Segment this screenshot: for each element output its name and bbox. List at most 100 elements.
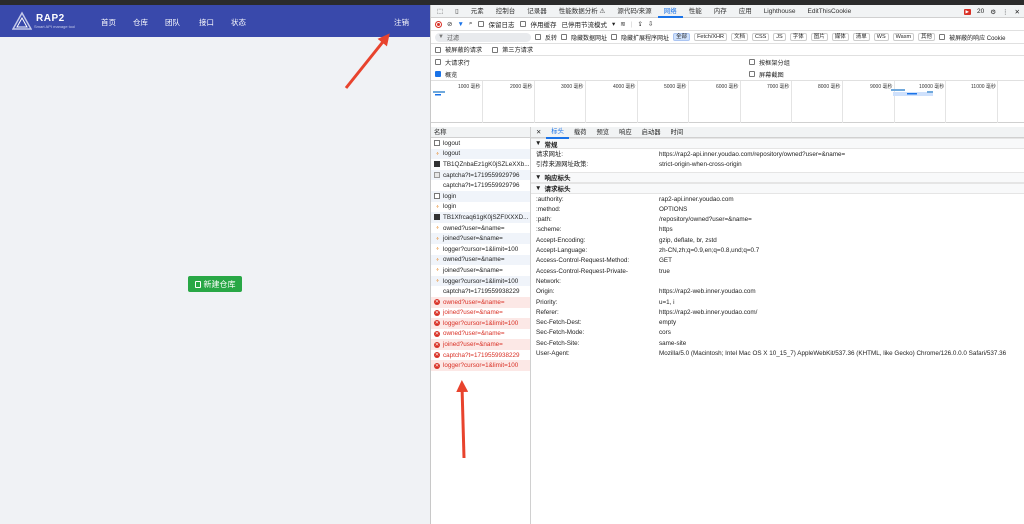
request-row[interactable]: ✕ logger?cursor=1&limit=100 bbox=[431, 360, 530, 372]
filter-input[interactable]: ▼ 过滤 bbox=[435, 32, 531, 42]
error-icon: ✕ bbox=[434, 362, 440, 369]
chip-other[interactable]: 其他 bbox=[918, 33, 936, 41]
request-row[interactable]: captcha?t=1719559929796 bbox=[431, 180, 530, 191]
group-by-frame-checkbox[interactable] bbox=[749, 59, 755, 65]
network-overview-timeline[interactable]: 1000 毫秒 2000 毫秒 3000 毫秒 4000 毫秒 5000 毫秒 … bbox=[431, 81, 1024, 123]
request-row[interactable]: ‹› logout bbox=[431, 148, 530, 160]
blocked-requests-checkbox[interactable] bbox=[435, 46, 441, 53]
request-row[interactable]: ✕ owned?user=&name= bbox=[431, 296, 530, 308]
clear-icon[interactable]: ⊘ bbox=[447, 20, 452, 28]
tab-initiator[interactable]: 启动器 bbox=[637, 127, 666, 138]
document-icon bbox=[434, 193, 440, 200]
logout-link[interactable]: 注销 bbox=[394, 17, 409, 28]
request-row[interactable]: logout bbox=[431, 138, 530, 149]
gear-icon[interactable]: ⚙ bbox=[990, 8, 996, 16]
request-row[interactable]: ‹› joined?user=&name= bbox=[431, 233, 530, 244]
error-icon: ✕ bbox=[434, 309, 440, 316]
tab-performance-insights[interactable]: 性能数据分析 ⚠ bbox=[553, 5, 612, 18]
tab-payload[interactable]: 载荷 bbox=[569, 127, 592, 138]
tab-editthiscookie[interactable]: EditThisCookie bbox=[802, 5, 858, 18]
request-row[interactable]: ‹› login bbox=[431, 202, 530, 213]
request-list-header[interactable]: 名称 bbox=[431, 127, 530, 138]
request-row[interactable]: TB1Xfrcaq61gK0jSZFIXXXD... bbox=[431, 212, 530, 223]
nav-repository[interactable]: 仓库 bbox=[133, 17, 148, 28]
big-rows-checkbox[interactable] bbox=[435, 59, 441, 65]
tab-console[interactable]: 控制台 bbox=[490, 5, 522, 18]
close-icon[interactable]: ✕ bbox=[1015, 8, 1020, 16]
nav-home[interactable]: 首页 bbox=[101, 17, 116, 28]
section-response-headers[interactable]: ▼ 响应标头 bbox=[531, 171, 1024, 183]
request-row[interactable]: ✕ captcha?t=1719559938229 bbox=[431, 350, 530, 361]
tab-lighthouse[interactable]: Lighthouse bbox=[758, 5, 802, 18]
third-party-checkbox[interactable] bbox=[492, 46, 499, 53]
request-row[interactable]: captcha?t=1719559938229 bbox=[431, 286, 530, 297]
search-icon[interactable]: ⌕ bbox=[469, 20, 473, 28]
upload-icon[interactable]: ⇪ bbox=[637, 20, 642, 28]
disable-cache-checkbox[interactable] bbox=[519, 21, 526, 27]
tab-performance[interactable]: 性能 bbox=[683, 5, 708, 18]
issues-icon[interactable]: ▶ bbox=[963, 8, 971, 15]
section-general[interactable]: ▼ 常规 bbox=[531, 138, 1024, 149]
request-row[interactable]: captcha?t=1719559929796 bbox=[431, 169, 530, 181]
request-row[interactable]: ✕ owned?user=&name= bbox=[431, 329, 530, 340]
inspect-icon[interactable]: ⬚ bbox=[431, 5, 449, 18]
tab-sources[interactable]: 源代码/来源 bbox=[611, 5, 657, 18]
filter-icon[interactable]: ▼ bbox=[457, 21, 463, 28]
screenshots-checkbox[interactable] bbox=[749, 71, 755, 77]
tab-headers[interactable]: 标头 bbox=[546, 126, 569, 139]
invert-checkbox[interactable] bbox=[535, 34, 541, 40]
request-row[interactable]: ‹› logger?cursor=1&limit=100 bbox=[431, 244, 530, 255]
new-repository-button[interactable]: 新建仓库 bbox=[188, 276, 242, 292]
request-row[interactable]: ‹› owned?user=&name= bbox=[431, 223, 530, 234]
wifi-icon[interactable]: ≋ bbox=[620, 20, 625, 28]
hide-data-urls-checkbox[interactable] bbox=[561, 34, 568, 40]
chip-doc[interactable]: 文档 bbox=[730, 33, 748, 41]
chip-img[interactable]: 图片 bbox=[810, 33, 828, 41]
chip-media[interactable]: 媒体 bbox=[831, 33, 849, 41]
chip-js[interactable]: JS bbox=[773, 33, 786, 41]
nav-team[interactable]: 团队 bbox=[165, 17, 180, 28]
device-toggle-icon[interactable]: ▯ bbox=[449, 5, 465, 18]
network-options: 被屏蔽的请求 第三方请求 大请求行 按框架分组 概览 屏幕截图 bbox=[431, 44, 1024, 81]
chip-css[interactable]: CSS bbox=[751, 33, 770, 41]
request-row[interactable]: ‹› logger?cursor=1&limit=100 bbox=[431, 275, 530, 287]
chip-manifest[interactable]: 清单 bbox=[852, 33, 870, 41]
preserve-log-checkbox[interactable] bbox=[477, 21, 484, 27]
request-row[interactable]: ✕ joined?user=&name= bbox=[431, 308, 530, 319]
tab-recorder[interactable]: 记录器 bbox=[521, 5, 553, 18]
tab-timing[interactable]: 时间 bbox=[666, 127, 689, 138]
request-row[interactable]: ‹› joined?user=&name= bbox=[431, 265, 530, 276]
tab-application[interactable]: 应用 bbox=[733, 5, 758, 18]
more-options-icon[interactable]: ⋮ bbox=[1002, 8, 1009, 16]
header-row: User-Agent: Mozilla/5.0 (Macintosh; Intel… bbox=[531, 349, 1024, 359]
blocked-cookie-checkbox[interactable] bbox=[939, 34, 946, 40]
blocked-requests-label: 被屏蔽的请求 bbox=[445, 47, 483, 54]
chip-wasm[interactable]: Wasm bbox=[892, 33, 915, 41]
tab-memory[interactable]: 内存 bbox=[708, 5, 733, 18]
chip-fetch-xhr[interactable]: Fetch/XHR bbox=[694, 33, 727, 41]
request-row[interactable]: TB1QZnbaEz1gK0jSZLeXXb... bbox=[431, 159, 530, 170]
issues-count[interactable]: 20 bbox=[977, 8, 984, 15]
request-row[interactable]: ✕ joined?user=&name= bbox=[431, 339, 530, 350]
tab-preview[interactable]: 预览 bbox=[591, 127, 614, 138]
close-detail-icon[interactable]: ✕ bbox=[531, 127, 546, 138]
nav-status[interactable]: 状态 bbox=[231, 17, 246, 28]
chip-font[interactable]: 字体 bbox=[789, 33, 807, 41]
hide-ext-urls-checkbox[interactable] bbox=[611, 34, 618, 40]
chevron-down-icon[interactable]: ▾ bbox=[612, 20, 615, 28]
chip-ws[interactable]: WS bbox=[873, 33, 889, 41]
chip-all[interactable]: 全部 bbox=[673, 33, 691, 41]
record-icon[interactable] bbox=[435, 20, 442, 28]
tab-elements[interactable]: 元素 bbox=[465, 5, 490, 18]
tab-response[interactable]: 响应 bbox=[614, 127, 637, 138]
overview-checkbox[interactable] bbox=[435, 71, 441, 77]
rap2-logo-icon[interactable] bbox=[12, 11, 32, 31]
request-row[interactable]: login bbox=[431, 190, 530, 202]
request-row[interactable]: ‹› owned?user=&name= bbox=[431, 254, 530, 266]
download-icon[interactable]: ⇩ bbox=[648, 20, 653, 28]
tab-network[interactable]: 网络 bbox=[657, 5, 683, 18]
request-row[interactable]: ✕ logger?cursor=1&limit=100 bbox=[431, 318, 530, 329]
section-request-headers[interactable]: ▼ 请求标头 bbox=[531, 182, 1024, 194]
nav-interface[interactable]: 接口 bbox=[199, 17, 214, 28]
throttle-select[interactable]: 已停用节流模式 bbox=[562, 19, 608, 29]
